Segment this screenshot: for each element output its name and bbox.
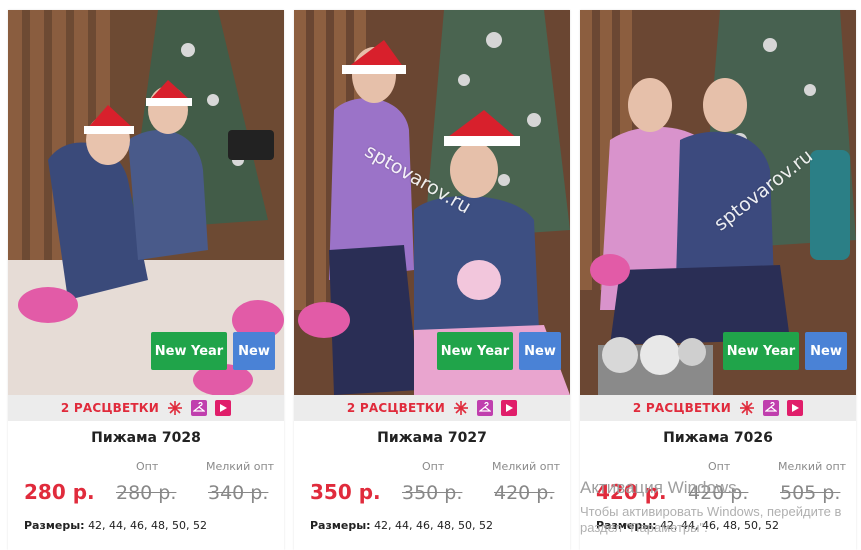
variants-count[interactable]: 2 РАСЦВЕТКИ (61, 401, 159, 415)
retail-price: 280 р. (24, 480, 95, 504)
sizes-list: 42, 44, 46, 48, 50, 52 (660, 519, 780, 532)
new-year-badge: New Year (437, 332, 513, 370)
small-opt-price: 420 р. (494, 482, 555, 504)
product-title[interactable]: Пижама 7026 (580, 430, 856, 446)
opt-label: Опт (708, 460, 731, 473)
product-card[interactable]: sptovarov.ru New Year New 2 РАСЦВЕТКИ Пи… (294, 10, 570, 550)
opt-label: Опт (136, 460, 159, 473)
product-card[interactable]: New Year New 2 РАСЦВЕТКИ Пижама 7028 Опт… (8, 10, 284, 550)
sizes-list: 42, 44, 46, 48, 50, 52 (88, 519, 208, 532)
hanger-icon[interactable] (477, 400, 494, 416)
opt-price: 420 р. (688, 482, 749, 504)
product-grid: New Year New 2 РАСЦВЕТКИ Пижама 7028 Опт… (0, 0, 861, 550)
variants-strip: 2 РАСЦВЕТКИ (580, 395, 856, 421)
variants-count[interactable]: 2 РАСЦВЕТКИ (633, 401, 731, 415)
new-badge: New (805, 332, 847, 370)
opt-label: Опт (422, 460, 445, 473)
sizes-row: Размеры: 42, 44, 46, 48, 50, 52 (24, 519, 207, 532)
variants-strip: 2 РАСЦВЕТКИ (8, 395, 284, 421)
sparkle-icon[interactable] (167, 400, 183, 416)
variants-count[interactable]: 2 РАСЦВЕТКИ (347, 401, 445, 415)
sizes-list: 42, 44, 46, 48, 50, 52 (374, 519, 494, 532)
sparkle-icon[interactable] (453, 400, 469, 416)
small-opt-label: Мелкий опт (206, 460, 275, 473)
retail-price: 350 р. (310, 480, 381, 504)
sizes-label: Размеры: (24, 519, 85, 532)
retail-price: 420 р. (596, 480, 667, 504)
small-opt-price: 505 р. (780, 482, 841, 504)
new-year-badge: New Year (723, 332, 799, 370)
product-title[interactable]: Пижама 7028 (8, 430, 284, 446)
sparkle-icon[interactable] (739, 400, 755, 416)
opt-price: 350 р. (402, 482, 463, 504)
new-badge: New (233, 332, 275, 370)
small-opt-label: Мелкий опт (492, 460, 561, 473)
product-card[interactable]: sptovarov.ru New Year New 2 РАСЦВЕТКИ Пи… (580, 10, 856, 550)
small-opt-label: Мелкий опт (778, 460, 847, 473)
variants-strip: 2 РАСЦВЕТКИ (294, 395, 570, 421)
sizes-label: Размеры: (310, 519, 371, 532)
hanger-icon[interactable] (191, 400, 208, 416)
new-badge: New (519, 332, 561, 370)
play-video-icon[interactable] (787, 400, 804, 416)
opt-price: 280 р. (116, 482, 177, 504)
hanger-icon[interactable] (763, 400, 780, 416)
product-title[interactable]: Пижама 7027 (294, 430, 570, 446)
play-video-icon[interactable] (501, 400, 518, 416)
sizes-row: Размеры: 42, 44, 46, 48, 50, 52 (310, 519, 493, 532)
play-video-icon[interactable] (215, 400, 232, 416)
sizes-label: Размеры: (596, 519, 657, 532)
sizes-row: Размеры: 42, 44, 46, 48, 50, 52 (596, 519, 779, 532)
new-year-badge: New Year (151, 332, 227, 370)
small-opt-price: 340 р. (208, 482, 269, 504)
